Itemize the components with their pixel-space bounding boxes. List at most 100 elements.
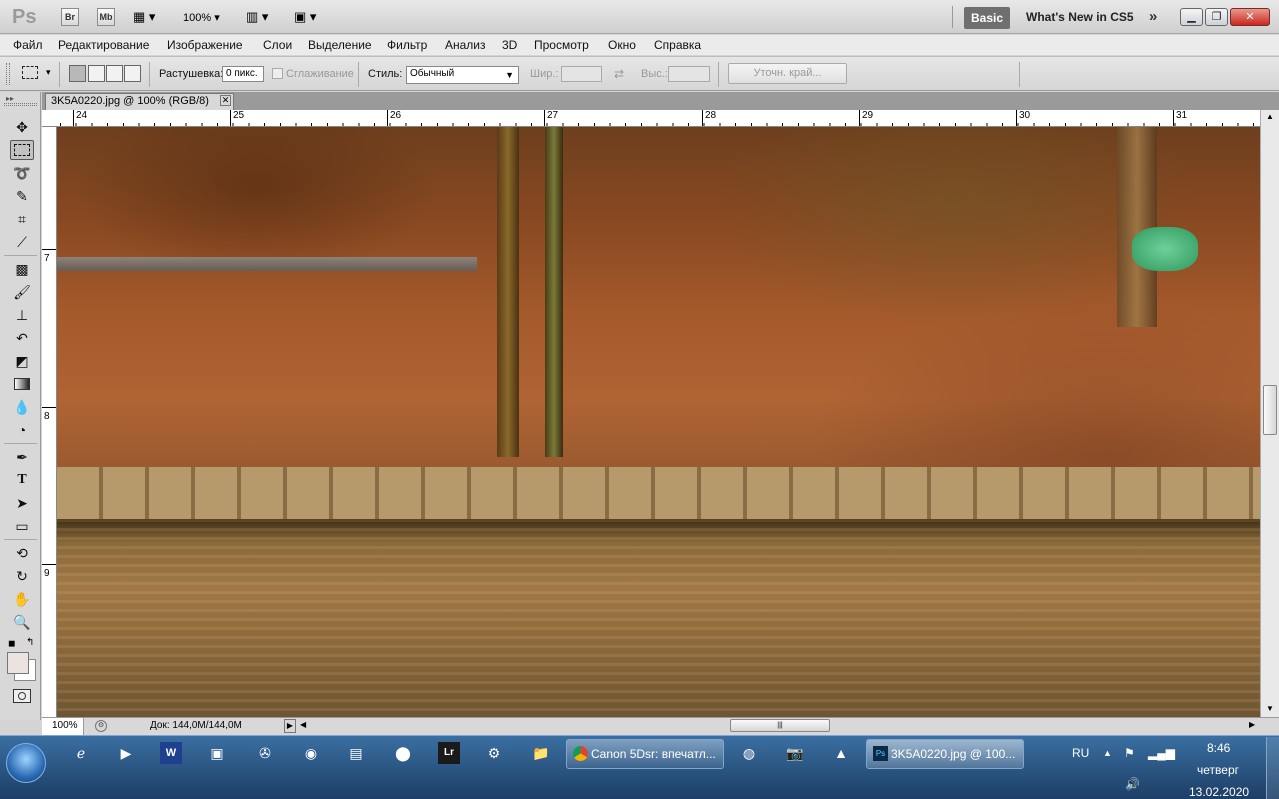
horizontal-ruler[interactable]: 24 25 26 27 28 29 30 31 bbox=[42, 110, 1260, 127]
clone-stamp-icon[interactable]: ⊥ bbox=[10, 305, 34, 325]
scroll-right-icon[interactable]: ▶ bbox=[1249, 720, 1255, 729]
menu-layers[interactable]: Слои bbox=[263, 38, 292, 52]
move-icon[interactable]: ✥ bbox=[10, 117, 34, 137]
zoom-field[interactable]: 100% bbox=[42, 718, 84, 735]
shape-icon[interactable]: ▭ bbox=[10, 516, 34, 536]
network-error-icon[interactable]: ⚑ bbox=[1124, 746, 1135, 760]
swap-dimensions-icon[interactable]: ⇄ bbox=[614, 67, 624, 81]
menu-analysis[interactable]: Анализ bbox=[445, 38, 486, 52]
eyedropper-icon[interactable]: ⟋ bbox=[10, 232, 34, 252]
taskbar-photoshop-window[interactable]: Ps 3K5A0220.jpg @ 100... bbox=[866, 739, 1024, 769]
subtract-selection-icon[interactable] bbox=[106, 65, 123, 82]
folder-icon[interactable]: 📁 bbox=[530, 742, 552, 764]
intersect-selection-icon[interactable] bbox=[124, 65, 141, 82]
scroll-down-icon[interactable]: ▼ bbox=[1266, 704, 1274, 713]
restore-icon[interactable]: ❐ bbox=[1205, 8, 1228, 26]
application-icon[interactable]: ▣ bbox=[206, 742, 228, 764]
more-workspaces-icon[interactable]: » bbox=[1149, 8, 1157, 25]
film-reel-icon[interactable]: ✇ bbox=[254, 742, 276, 764]
menu-help[interactable]: Справка bbox=[654, 38, 701, 52]
blur-icon[interactable]: 💧 bbox=[10, 397, 34, 417]
history-brush-icon[interactable]: ↶ bbox=[10, 328, 34, 348]
menu-filter[interactable]: Фильтр bbox=[387, 38, 427, 52]
menu-edit[interactable]: Редактирование bbox=[58, 38, 149, 52]
media-player-icon[interactable]: ▶ bbox=[115, 742, 137, 764]
settings-gear-icon[interactable]: ⚙ bbox=[483, 742, 505, 764]
gradient-icon[interactable] bbox=[10, 374, 34, 394]
show-desktop-button[interactable] bbox=[1266, 737, 1279, 799]
document-tab[interactable]: 3K5A0220.jpg @ 100% (RGB/8) ✕ bbox=[45, 93, 234, 110]
type-icon[interactable]: T bbox=[10, 470, 34, 490]
scroll-left-icon[interactable]: ◀ bbox=[300, 720, 306, 729]
menu-file[interactable]: Файл bbox=[13, 38, 43, 52]
lasso-icon[interactable]: ➰ bbox=[10, 163, 34, 183]
close-icon[interactable]: ✕ bbox=[1230, 8, 1270, 26]
horizontal-scroll-thumb[interactable]: ||| bbox=[730, 719, 830, 732]
menu-select[interactable]: Выделение bbox=[308, 38, 372, 52]
style-select[interactable]: Обычный ▼ bbox=[406, 66, 519, 84]
default-colors-icon[interactable]: ◼ bbox=[8, 638, 15, 649]
view-extras-icon[interactable]: ▦ ▾ bbox=[133, 9, 155, 25]
zoom-icon[interactable]: 🔍 bbox=[10, 612, 34, 632]
menu-image[interactable]: Изображение bbox=[167, 38, 243, 52]
volume-icon[interactable]: 🔊 bbox=[1125, 777, 1140, 791]
menu-view[interactable]: Просмотр bbox=[534, 38, 589, 52]
zoom-level-menu[interactable]: 100% ▾ bbox=[183, 11, 220, 24]
tool-preset-dropdown-icon[interactable]: ▾ bbox=[46, 67, 51, 78]
vertical-scrollbar[interactable]: ▲ ▼ bbox=[1260, 110, 1279, 717]
healing-icon[interactable]: ▩ bbox=[10, 259, 34, 279]
3d-orbit-icon[interactable]: ↻ bbox=[10, 566, 34, 586]
workspace-basic-button[interactable]: Basic bbox=[964, 7, 1010, 29]
language-indicator[interactable]: RU bbox=[1072, 746, 1089, 760]
refine-edge-button[interactable]: Уточн. край... bbox=[728, 63, 847, 84]
document-canvas[interactable] bbox=[57, 127, 1260, 717]
clock-time[interactable]: 8:46 bbox=[1207, 741, 1230, 755]
start-button[interactable] bbox=[6, 743, 46, 783]
word-icon[interactable]: W bbox=[160, 742, 182, 764]
menu-3d[interactable]: 3D bbox=[502, 38, 517, 52]
show-hidden-icons-icon[interactable]: ▲ bbox=[1103, 748, 1112, 758]
browser-icon[interactable]: ◍ bbox=[738, 742, 760, 764]
height-input[interactable] bbox=[668, 66, 710, 82]
security-app-icon[interactable]: ⬤ bbox=[392, 742, 414, 764]
panel-collapse-icon[interactable]: ▸▸ bbox=[6, 94, 14, 103]
swap-colors-icon[interactable]: ↰ bbox=[26, 637, 34, 648]
taskbar-chrome-window[interactable]: Canon 5Dsr: впечатл... bbox=[566, 739, 724, 769]
camera-app-icon[interactable]: ◉ bbox=[300, 742, 322, 764]
dodge-icon[interactable]: ◔ bbox=[10, 420, 34, 440]
screen-mode-icon[interactable]: ▣ ▾ bbox=[294, 9, 316, 25]
minimize-icon[interactable]: ▁ bbox=[1180, 8, 1203, 26]
3d-rotate-icon[interactable]: ⟲ bbox=[10, 543, 34, 563]
status-options-icon[interactable]: ⊙ bbox=[95, 720, 107, 732]
hand-icon[interactable]: ✋ bbox=[10, 589, 34, 609]
quick-mask-icon[interactable] bbox=[13, 689, 31, 703]
scroll-up-icon[interactable]: ▲ bbox=[1266, 112, 1274, 121]
new-selection-icon[interactable] bbox=[69, 65, 86, 82]
close-tab-icon[interactable]: ✕ bbox=[220, 95, 231, 106]
path-select-icon[interactable]: ➤ bbox=[10, 493, 34, 513]
scroll-thumb[interactable] bbox=[1263, 385, 1277, 435]
tool-preset-marquee-icon[interactable] bbox=[22, 66, 38, 79]
internet-explorer-icon[interactable]: ℯ bbox=[70, 742, 92, 764]
crop-icon[interactable]: ⌗ bbox=[10, 209, 34, 229]
antialias-checkbox[interactable] bbox=[272, 68, 283, 79]
width-input[interactable] bbox=[561, 66, 602, 82]
signal-icon[interactable]: ▂▄▆ bbox=[1148, 746, 1175, 760]
brush-icon[interactable]: 🖌 bbox=[10, 282, 34, 302]
pen-icon[interactable]: ✒ bbox=[10, 447, 34, 467]
menu-window[interactable]: Окно bbox=[608, 38, 636, 52]
whats-new-workspace[interactable]: What's New in CS5 bbox=[1026, 10, 1134, 24]
arrange-documents-icon[interactable]: ▥ ▾ bbox=[246, 9, 268, 25]
camera-icon[interactable]: 📷 bbox=[784, 742, 806, 764]
lightroom-icon[interactable]: Lr bbox=[438, 742, 460, 764]
add-to-selection-icon[interactable] bbox=[88, 65, 105, 82]
feather-input[interactable]: 0 пикс. bbox=[222, 66, 264, 82]
eraser-icon[interactable]: ◩ bbox=[10, 351, 34, 371]
bridge-button[interactable]: Br bbox=[61, 8, 79, 26]
mini-bridge-button[interactable]: Mb bbox=[97, 8, 115, 26]
foreground-color-swatch[interactable] bbox=[7, 652, 29, 674]
quick-select-icon[interactable]: ✎ bbox=[10, 186, 34, 206]
status-menu-arrow-icon[interactable]: ▶ bbox=[284, 719, 296, 733]
marquee-icon[interactable] bbox=[10, 140, 34, 160]
vertical-ruler[interactable]: 7 8 9 bbox=[42, 127, 57, 717]
